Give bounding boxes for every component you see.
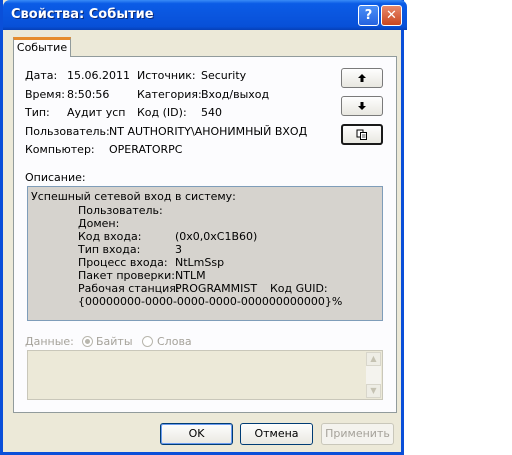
window-title: Свойства: Событие <box>11 7 154 22</box>
time-value: 8:50:56 <box>67 88 110 101</box>
user-value: NT AUTHORITY\АНОНИМНЫЙ ВХОД <box>109 125 308 138</box>
tab-event[interactable]: Событие <box>13 37 71 57</box>
copy-button[interactable] <box>341 124 383 145</box>
description-value: PROGRAMMIST <box>175 282 258 295</box>
data-label: Данные: <box>25 335 74 348</box>
data-text-area[interactable]: ▲ ▼ <box>27 350 383 400</box>
description-text-area[interactable]: Успешный сетевой вход в систему: Пользов… <box>27 186 383 321</box>
description-key: Тип входа: <box>78 243 141 256</box>
help-button[interactable]: ? <box>358 5 379 26</box>
next-event-button[interactable] <box>341 96 383 116</box>
description-label: Описание: <box>25 171 86 184</box>
description-value: NTLM <box>175 269 206 282</box>
words-radio-label: Слова <box>157 335 192 348</box>
close-button[interactable]: ✕ <box>381 5 402 26</box>
bytes-radio[interactable] <box>82 336 93 347</box>
date-label: Дата: <box>25 69 58 82</box>
data-scrollbar[interactable]: ▲ ▼ <box>366 352 381 398</box>
bytes-radio-label: Байты <box>96 335 133 348</box>
type-label: Тип: <box>25 106 50 119</box>
description-header: Успешный сетевой вход в систему: <box>31 190 236 203</box>
source-label: Источник: <box>137 69 196 82</box>
copy-icon <box>356 129 367 140</box>
id-value: 540 <box>201 106 222 119</box>
description-key: Код входа: <box>78 230 142 243</box>
type-value: Аудит усп <box>67 106 126 119</box>
scroll-down-icon[interactable]: ▼ <box>366 384 381 398</box>
arrow-down-icon <box>358 102 366 110</box>
date-value: 15.06.2011 <box>67 69 130 82</box>
category-label: Категория: <box>137 88 202 101</box>
guid-value: {00000000-0000-0000-0000-000000000000}% <box>78 295 343 308</box>
scroll-up-icon[interactable]: ▲ <box>366 352 381 366</box>
guid-label: Код GUID: <box>270 282 328 295</box>
description-key: Процесс входа: <box>78 256 168 269</box>
user-label: Пользователь: <box>25 125 110 138</box>
description-key: Домен: <box>78 217 120 230</box>
description-value: 3 <box>175 243 182 256</box>
radio-selected-dot <box>85 339 90 344</box>
arrow-up-icon <box>358 74 366 82</box>
cancel-button[interactable]: Отмена <box>240 423 313 445</box>
description-value: (0x0,0xC1B60) <box>175 230 258 243</box>
title-bar[interactable]: Свойства: Событие ? ✕ <box>3 0 407 30</box>
id-label: Код (ID): <box>137 106 187 119</box>
description-key: Рабочая станция: <box>78 282 180 295</box>
ok-button[interactable]: OK <box>160 423 233 445</box>
computer-value: OPERATORPC <box>109 143 183 156</box>
computer-label: Компьютер: <box>25 143 95 156</box>
words-radio[interactable] <box>142 336 153 347</box>
category-value: Вход/выход <box>201 88 270 101</box>
previous-event-button[interactable] <box>341 68 383 88</box>
description-value: NtLmSsp <box>175 256 225 269</box>
properties-dialog: Свойства: Событие ? ✕ Событие Дата: 15.0… <box>0 0 407 455</box>
description-key: Пользователь: <box>78 204 163 217</box>
source-value: Security <box>201 69 247 82</box>
description-key: Пакет проверки: <box>78 269 175 282</box>
apply-button[interactable]: Применить <box>321 423 394 445</box>
time-label: Время: <box>25 88 65 101</box>
